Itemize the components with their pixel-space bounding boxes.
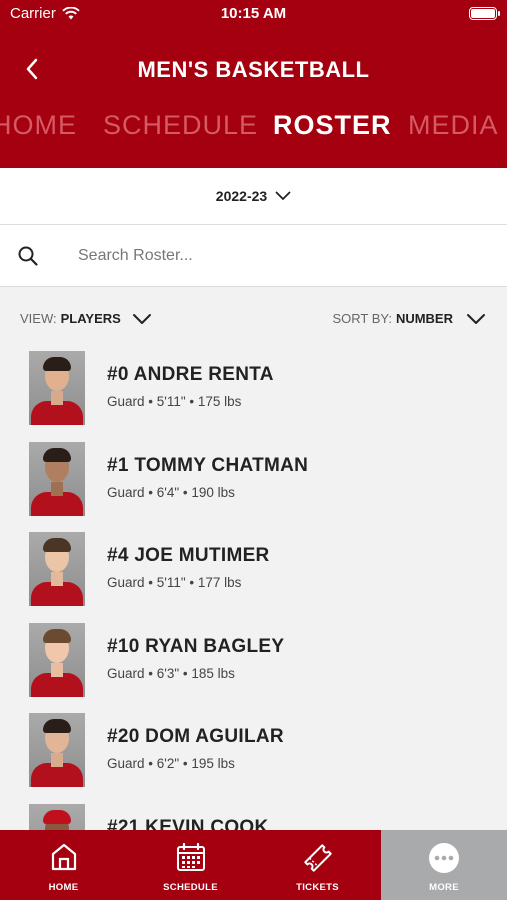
player-row[interactable]: #4 JOE MUTIMER Guard • 5'11" • 177 lbs — [0, 528, 507, 619]
battery-icon — [469, 7, 500, 20]
nav-home[interactable]: HOME — [0, 830, 127, 900]
player-info: Guard • 6'2" • 195 lbs — [107, 756, 235, 771]
nav-more-label: MORE — [429, 882, 459, 893]
sort-filter[interactable]: SORT BY: NUMBER — [332, 311, 487, 326]
more-icon — [429, 843, 459, 873]
nav-schedule-label: SCHEDULE — [163, 882, 218, 893]
bottom-nav: HOME SCHEDULE TICKETS MORE — [0, 830, 507, 900]
view-label: VIEW: — [20, 311, 57, 326]
search-icon — [18, 246, 38, 266]
chevron-down-icon — [132, 313, 151, 324]
roster-list: #0 ANDRE RENTA Guard • 5'11" • 175 lbs #… — [0, 347, 507, 830]
player-name: #10 RYAN BAGLEY — [107, 635, 285, 657]
player-row[interactable]: #21 KEVIN COOK — [0, 800, 507, 831]
tab-media[interactable]: MEDIA — [408, 110, 499, 141]
status-bar: Carrier 10:15 AM — [0, 0, 507, 28]
filter-row: VIEW: PLAYERS SORT BY: NUMBER — [0, 287, 507, 347]
player-info: Guard • 5'11" • 177 lbs — [107, 575, 242, 590]
page-title: MEN'S BASKETBALL — [137, 57, 370, 82]
tab-roster[interactable]: ROSTER — [273, 110, 392, 141]
player-row[interactable]: #20 DOM AGUILAR Guard • 6'2" • 195 lbs — [0, 709, 507, 800]
sort-value: NUMBER — [395, 311, 453, 326]
calendar-icon — [176, 842, 205, 871]
tab-schedule[interactable]: SCHEDULE — [103, 110, 258, 141]
player-info: Guard • 6'3" • 185 lbs — [107, 665, 235, 681]
player-info: Guard • 6'4" • 190 lbs — [107, 484, 235, 500]
player-photo — [29, 713, 85, 787]
player-photo — [29, 622, 85, 697]
nav-tickets-label: TICKETS — [296, 882, 339, 893]
season-selector[interactable]: 2022-23 — [0, 168, 507, 225]
player-info: Guard • 5'11" • 175 lbs — [107, 394, 242, 409]
player-name: #4 JOE MUTIMER — [107, 545, 270, 566]
player-photo — [29, 803, 85, 830]
player-row[interactable]: #1 TOMMY CHATMAN Guard • 6'4" • 190 lbs — [0, 438, 507, 529]
view-value: PLAYERS — [60, 311, 121, 326]
chevron-down-icon — [467, 313, 485, 324]
player-photo — [29, 532, 85, 606]
status-time: 10:15 AM — [220, 5, 287, 22]
player-name: #0 ANDRE RENTA — [107, 364, 274, 385]
nav-home-label: HOME — [48, 882, 79, 893]
ticket-icon — [303, 844, 332, 872]
player-row[interactable]: #0 ANDRE RENTA Guard • 5'11" • 175 lbs — [0, 347, 507, 438]
player-name: #21 KEVIN COOK — [107, 816, 269, 831]
search-bar — [0, 225, 507, 287]
tab-home[interactable]: HOME — [0, 110, 77, 141]
player-photo — [29, 351, 85, 425]
player-row[interactable]: #10 RYAN BAGLEY Guard • 6'3" • 185 lbs — [0, 619, 507, 710]
nav-tickets[interactable]: TICKETS — [254, 830, 381, 900]
chevron-down-icon — [275, 191, 291, 200]
view-filter[interactable]: VIEW: PLAYERS — [20, 311, 153, 326]
player-photo — [29, 441, 85, 516]
nav-more[interactable]: MORE — [381, 830, 507, 900]
sort-label: SORT BY: — [332, 311, 392, 326]
home-icon — [51, 843, 76, 871]
player-name: #20 DOM AGUILAR — [107, 726, 284, 747]
section-tabs: HOME SCHEDULE ROSTER MEDIA — [0, 110, 507, 154]
player-name: #1 TOMMY CHATMAN — [107, 454, 309, 476]
nav-schedule[interactable]: SCHEDULE — [127, 830, 254, 900]
app-header: Carrier 10:15 AM MEN'S BASKETBALL HOME S… — [0, 0, 507, 168]
season-label: 2022-23 — [215, 188, 268, 204]
search-input[interactable] — [78, 242, 478, 270]
